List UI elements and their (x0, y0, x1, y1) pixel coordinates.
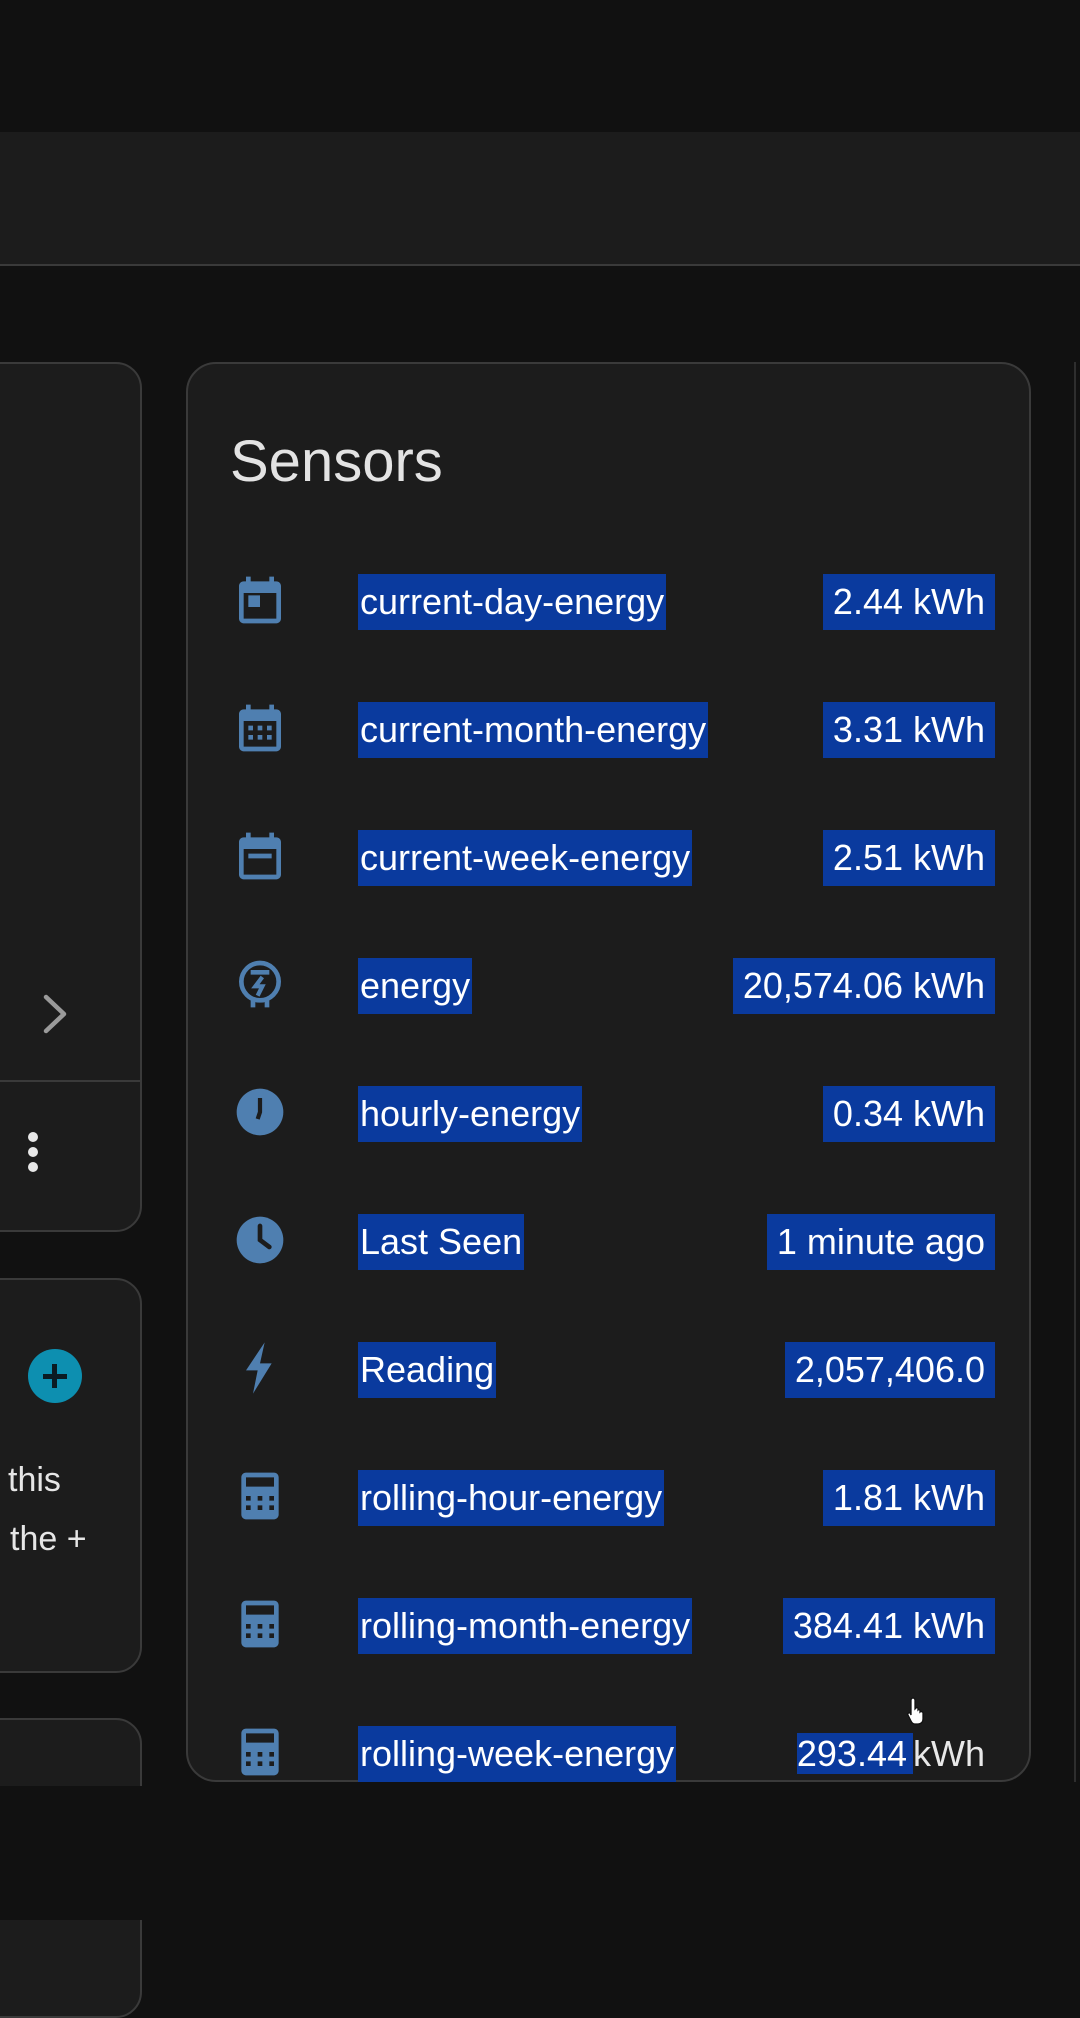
sensor-name: Reading (358, 1342, 497, 1398)
sensor-name: rolling-week-energy (358, 1726, 677, 1782)
calendar-month-icon (232, 700, 288, 756)
sensor-row[interactable]: hourly-energy 0.34 kWh (186, 1048, 1031, 1176)
sensor-value-number: 293.44 (796, 1733, 913, 1774)
sensor-row[interactable]: rolling-hour-energy 1.81 kWh (186, 1432, 1031, 1560)
sensor-value: 293.44 kWh (787, 1726, 995, 1782)
hint-text-line1: this (8, 1461, 61, 1499)
sensor-value: 1 minute ago (766, 1214, 995, 1270)
sensor-value: 0.34 kWh (822, 1086, 995, 1142)
sensor-row[interactable]: current-month-energy 3.31 kWh (186, 664, 1031, 792)
clock-pie-icon (232, 1084, 288, 1140)
flash-icon (232, 1340, 288, 1396)
add-circle-icon[interactable] (28, 1349, 82, 1403)
calendar-week-icon (232, 828, 288, 884)
hand-cursor-icon (907, 1697, 924, 1725)
sensor-value: 3.31 kWh (822, 702, 995, 758)
sensor-name: hourly-energy (358, 1086, 583, 1142)
sensor-value: 20,574.06 kWh (732, 958, 995, 1014)
device-info-card (0, 362, 142, 1232)
hint-text-line2: the + (10, 1520, 87, 1558)
sensor-value-unit: kWh (913, 1733, 985, 1774)
bottom-area (0, 1786, 1080, 1920)
top-app-bar (0, 132, 1080, 266)
calendar-today-icon (232, 572, 288, 628)
sensor-name: rolling-hour-energy (358, 1470, 665, 1526)
sensor-name: current-day-energy (358, 574, 667, 630)
calculator-icon (232, 1468, 288, 1524)
clock-icon (232, 1212, 288, 1268)
sensor-name: current-week-energy (358, 830, 693, 886)
sensor-name: rolling-month-energy (358, 1598, 693, 1654)
chevron-right-icon[interactable] (40, 993, 70, 1035)
calculator-icon (232, 1596, 288, 1652)
sensor-name: energy (358, 958, 473, 1014)
meter-electric-icon (232, 956, 288, 1012)
sensor-value: 1.81 kWh (822, 1470, 995, 1526)
sensor-name: Last Seen (358, 1214, 525, 1270)
sensor-row[interactable]: energy 20,574.06 kWh (186, 920, 1031, 1048)
sensor-row[interactable]: rolling-month-energy 384.41 kWh (186, 1560, 1031, 1688)
sensor-row[interactable]: current-day-energy 2.44 kWh (186, 536, 1031, 664)
sensor-row[interactable]: current-week-energy 2.51 kWh (186, 792, 1031, 920)
sensors-card-title: Sensors (230, 429, 443, 494)
sensor-row[interactable]: Reading 2,057,406.0 (186, 1304, 1031, 1432)
sensor-value: 384.41 kWh (782, 1598, 995, 1654)
next-card-edge (1074, 362, 1080, 1782)
more-vert-icon[interactable] (26, 1132, 40, 1182)
sensor-row[interactable]: Last Seen 1 minute ago (186, 1176, 1031, 1304)
sensor-value: 2.51 kWh (822, 830, 995, 886)
sensor-value: 2.44 kWh (822, 574, 995, 630)
calculator-icon (232, 1724, 288, 1780)
sensor-value: 2,057,406.0 (784, 1342, 995, 1398)
card-divider (0, 1080, 140, 1082)
sensor-name: current-month-energy (358, 702, 709, 758)
